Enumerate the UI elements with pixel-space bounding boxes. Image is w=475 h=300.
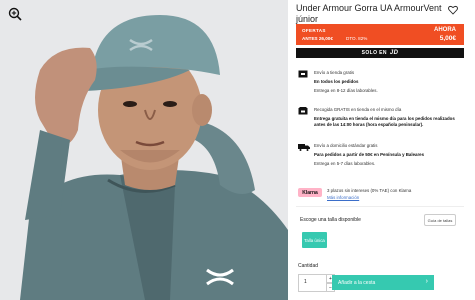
add-to-cart-button[interactable]: Añadir a la cesta ›: [332, 275, 434, 290]
cap-logo-icon: [128, 38, 154, 57]
product-details: Under Armour Gorra UA ArmourVent júnior …: [296, 0, 466, 300]
delivery-line: Entrega gratuita en tienda el mismo día …: [314, 116, 455, 127]
price-banner: OFERTAS ANTES 26,00€ DTO. 82% AHORA 5,00…: [296, 24, 464, 45]
delivery-line: Para pedidos a partir de 50€ en Penínsul…: [314, 152, 425, 157]
zoom-icon[interactable]: [8, 7, 22, 21]
size-selector: Escoge una talla disponible Guía de tall…: [296, 206, 464, 255]
arrow-right-icon: ›: [425, 278, 428, 285]
delivery-line: Recogida GRATIS en tienda en el mismo dí…: [314, 107, 402, 112]
product-title: Under Armour Gorra UA ArmourVent júnior: [296, 3, 442, 24]
exclusive-text: SOLO EN: [361, 50, 387, 56]
old-price: ANTES 26,00€: [302, 36, 333, 41]
discount-badge: DTO. 82%: [346, 36, 368, 41]
now-label: AHORA: [434, 27, 456, 33]
quantity-label: Cantidad: [298, 263, 319, 269]
current-price: 5,00€: [439, 35, 456, 42]
delivery-line: Entrega en 5-7 días laborables.: [314, 161, 376, 166]
product-image[interactable]: [0, 0, 288, 300]
delivery-line: Entrega en 8-12 días laborables.: [314, 88, 378, 93]
jacket-logo-icon: [204, 268, 236, 291]
size-header: Escoge una talla disponible: [300, 217, 361, 223]
delivery-line: Envío a domicilio estándar gratis: [314, 143, 378, 148]
klarna-logo: Klarna: [298, 188, 322, 197]
store-icon: [298, 70, 308, 78]
delivery-line: Envío a tienda gratis: [314, 70, 355, 75]
klarna-text: 3 plazos sin intereses (0% TAE) con Klar…: [327, 188, 412, 193]
truck-icon: [298, 143, 310, 151]
quantity-value: 1: [304, 279, 307, 285]
jd-logo: JD: [389, 50, 399, 56]
size-option-one-size[interactable]: Talla única: [302, 232, 327, 248]
size-guide-button[interactable]: Guía de tallas: [424, 214, 456, 226]
exclusive-banner: SOLO EN JD: [296, 48, 464, 58]
delivery-line: En todos los pedidos: [314, 79, 359, 84]
pickup-icon: [298, 107, 308, 115]
wishlist-heart-icon[interactable]: [448, 2, 458, 15]
offer-label: OFERTAS: [302, 28, 326, 33]
klarna-more-info-link[interactable]: Más información: [327, 195, 359, 200]
quantity-stepper[interactable]: 1 + −: [298, 274, 335, 292]
add-to-cart-label: Añadir a la cesta: [338, 279, 376, 286]
klarna-section: Klarna 3 plazos sin intereses (0% TAE) c…: [296, 186, 466, 206]
